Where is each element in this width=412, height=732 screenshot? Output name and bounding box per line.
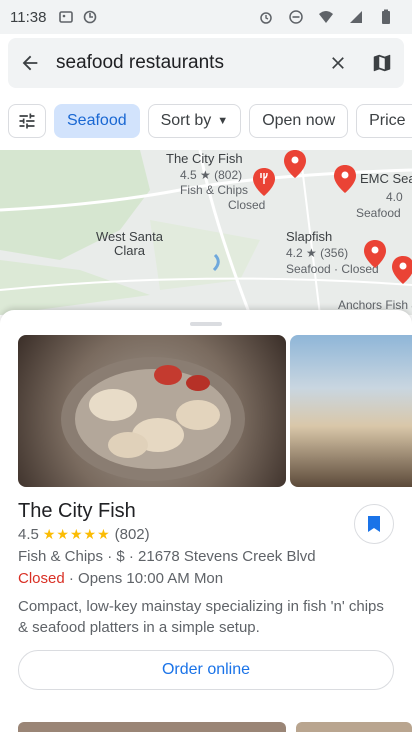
map-view-button[interactable] <box>360 41 404 85</box>
signal-icon <box>348 9 364 25</box>
chip-price[interactable]: Price ▼ <box>356 104 412 138</box>
chip-sort-by[interactable]: Sort by ▼ <box>147 104 242 138</box>
chip-seafood-label: Seafood <box>67 112 127 129</box>
map-pin-icon[interactable] <box>392 256 412 284</box>
sync-icon <box>82 9 98 25</box>
filters-button[interactable] <box>8 104 46 138</box>
map-label-city-fish-category: Fish & Chips <box>180 183 249 197</box>
restaurant-pin-icon[interactable] <box>253 168 275 196</box>
chip-open-now[interactable]: Open now <box>249 104 349 138</box>
chip-seafood[interactable]: Seafood <box>54 104 140 138</box>
gallery-icon <box>58 9 74 25</box>
save-button[interactable] <box>354 504 394 544</box>
rating-row: 4.5 ★★★★★ (802) <box>18 526 150 543</box>
map-icon <box>373 54 391 72</box>
close-icon <box>332 57 344 69</box>
place-photo-exterior[interactable] <box>290 335 412 487</box>
map-label-city-fish-status: Closed <box>228 198 266 212</box>
map-label-city-fish: The City Fish <box>166 151 243 166</box>
alarm-icon <box>258 9 274 25</box>
filter-chips: Seafood Sort by ▼ Open now Price ▼ <box>0 100 412 142</box>
back-button[interactable] <box>8 41 52 85</box>
bookmark-icon <box>368 516 380 532</box>
open-status: Closed <box>18 570 65 587</box>
wifi-icon <box>318 9 334 25</box>
results-sheet: The City Fish 4.5 ★★★★★ (802) Fish & Chi… <box>0 310 412 732</box>
map-label-emc: EMC Seafood & Ra <box>360 171 412 186</box>
chip-sort-by-label: Sort by <box>160 112 212 129</box>
rating-value: 4.5 <box>18 526 39 543</box>
chip-open-now-label: Open now <box>262 112 336 129</box>
review-count: (802) <box>114 526 150 543</box>
map-label-emc-category: Seafood <box>356 206 401 220</box>
map-label-area: West Santa Clara <box>96 229 163 258</box>
place-photo-oysters[interactable] <box>18 335 286 487</box>
dnd-icon <box>288 9 304 25</box>
tune-icon <box>19 113 35 129</box>
status-time: 11:38 <box>10 8 47 26</box>
map-label-city-fish-rating: 4.5 ★ (802) <box>180 168 243 182</box>
chip-price-label: Price <box>369 112 406 129</box>
place-description: Compact, low-key mainstay specializing i… <box>18 598 384 636</box>
clear-search-button[interactable] <box>316 41 360 85</box>
map-pin-icon[interactable] <box>284 150 306 178</box>
map-pin-icon[interactable] <box>334 165 356 193</box>
drag-handle[interactable] <box>190 322 222 326</box>
map-label-emc-rating: 4.0 <box>386 190 403 204</box>
battery-icon <box>378 9 394 25</box>
hours-row: Closed · Opens 10:00 AM Mon <box>18 570 223 587</box>
next-result-photo[interactable] <box>296 722 412 732</box>
status-bar: 11:38 <box>0 0 412 34</box>
search-query[interactable]: seafood restaurants <box>52 52 316 74</box>
map-pin-icon[interactable] <box>364 240 386 268</box>
star-rating-icon: ★★★★★ <box>42 526 111 542</box>
map-label-slapfish: Slapfish <box>286 229 333 244</box>
oyster-plate-image <box>61 357 245 481</box>
next-result-peek <box>18 722 412 732</box>
map-label-slapfish-rating: 4.2 ★ (356) <box>286 246 349 260</box>
next-result-photo[interactable] <box>18 722 286 732</box>
order-online-button[interactable]: Order online <box>18 650 394 690</box>
order-online-label: Order online <box>161 661 251 678</box>
map-view[interactable]: The City Fish 4.5 ★ (802) Fish & Chips C… <box>0 150 412 315</box>
dropdown-caret-icon: ▼ <box>217 115 229 127</box>
opening-time: · Opens 10:00 AM Mon <box>64 570 224 587</box>
back-arrow-icon <box>22 55 38 71</box>
place-name[interactable]: The City Fish <box>18 500 136 523</box>
search-bar: seafood restaurants <box>8 38 404 88</box>
place-details: Fish & Chips · $ · 21678 Stevens Creek B… <box>18 548 316 565</box>
